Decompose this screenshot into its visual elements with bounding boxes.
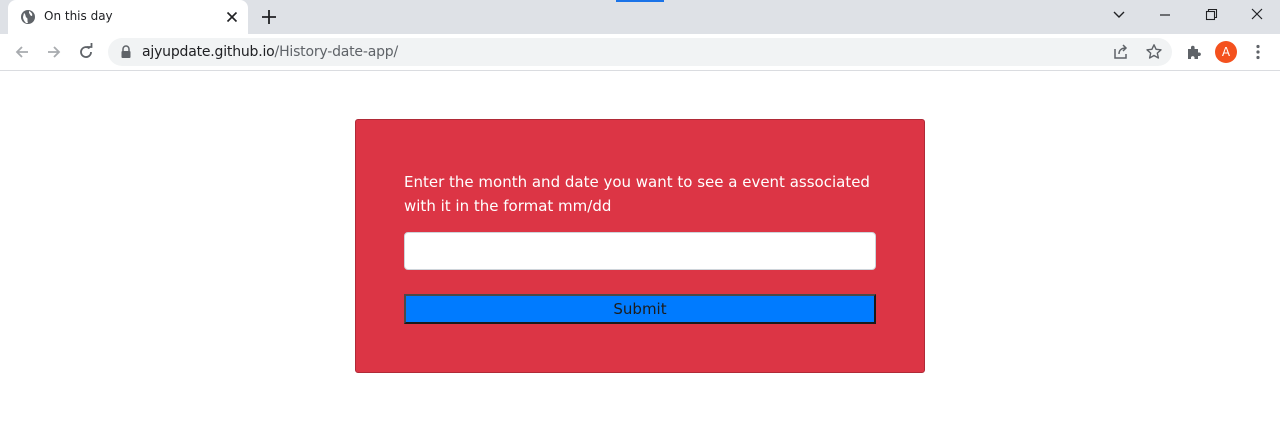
forward-icon[interactable] [44,42,64,62]
minimize-icon[interactable] [1153,5,1177,25]
tab-title: On this day [44,9,113,23]
close-icon[interactable] [224,9,240,25]
back-icon[interactable] [12,42,32,62]
browser-title-bar: On this day [0,0,1280,34]
reload-icon[interactable] [76,42,96,62]
restore-icon[interactable] [1199,5,1223,25]
url-host: ajyupdate.github.io [142,44,275,60]
close-window-icon[interactable] [1245,5,1269,25]
date-form-card: Enter the month and date you want to see… [355,119,925,373]
extensions-icon[interactable] [1184,42,1204,62]
chevron-down-icon[interactable] [1107,5,1131,25]
top-accent-bar [616,0,664,2]
url-text: ajyupdate.github.io/History-date-app/ [142,44,398,60]
plus-icon[interactable] [259,7,279,27]
form-prompt: Enter the month and date you want to see… [404,173,870,215]
star-icon[interactable] [1145,43,1163,61]
submit-button[interactable]: Submit [404,294,876,324]
url-path: /History-date-app/ [274,44,399,60]
browser-tab[interactable]: On this day [8,0,248,34]
avatar[interactable]: A [1215,41,1237,63]
lock-icon[interactable] [120,45,132,59]
share-icon[interactable] [1112,43,1130,61]
browser-toolbar: ajyupdate.github.io/History-date-app/ A [0,34,1280,71]
globe-icon [21,10,35,24]
date-input[interactable] [404,232,876,270]
address-bar[interactable]: ajyupdate.github.io/History-date-app/ [108,38,1172,66]
more-icon[interactable] [1248,42,1268,62]
